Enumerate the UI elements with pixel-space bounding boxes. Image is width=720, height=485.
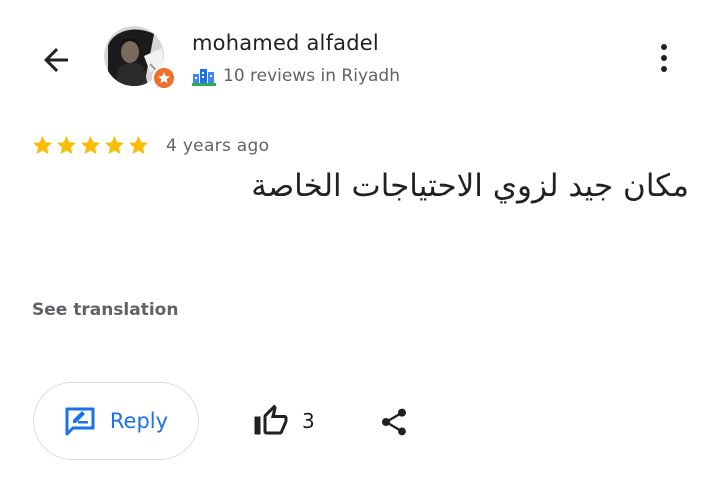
reviewer-meta: 10 reviews in Riyadh <box>192 66 400 86</box>
rating-row: 4 years ago <box>31 134 269 157</box>
share-button[interactable] <box>374 400 414 444</box>
star-icon <box>104 135 125 155</box>
reply-button[interactable]: Reply <box>33 382 199 460</box>
review-detail-page: mohamed alfadel 10 reviews in Riyadh 4 y… <box>0 0 720 485</box>
reply-edit-icon <box>65 407 95 436</box>
share-icon <box>382 408 406 436</box>
back-arrow-icon <box>44 48 68 72</box>
city-buildings-icon <box>192 69 216 86</box>
local-guide-badge <box>152 66 176 90</box>
review-text: مكان جيد لزوي الاحتياجات الخاصة <box>251 168 689 204</box>
reviewer-avatar-group[interactable] <box>104 26 176 90</box>
star-icon <box>128 135 149 155</box>
star-rating <box>31 134 150 157</box>
more-vertical-icon <box>661 44 667 72</box>
review-time: 4 years ago <box>166 135 270 156</box>
star-icon <box>32 135 53 155</box>
reply-label: Reply <box>109 409 169 433</box>
star-icon <box>80 135 101 155</box>
like-button[interactable]: 3 <box>252 398 315 444</box>
reviewer-name[interactable]: mohamed alfadel <box>192 31 379 55</box>
star-icon <box>56 135 77 155</box>
more-options-button[interactable] <box>646 38 682 78</box>
local-guide-star-icon <box>158 72 170 84</box>
reviewer-meta-text: 10 reviews in Riyadh <box>223 66 400 86</box>
thumbs-up-icon <box>254 404 288 435</box>
see-translation-link[interactable]: See translation <box>32 300 178 320</box>
back-button[interactable] <box>34 38 78 82</box>
like-count: 3 <box>302 409 315 433</box>
